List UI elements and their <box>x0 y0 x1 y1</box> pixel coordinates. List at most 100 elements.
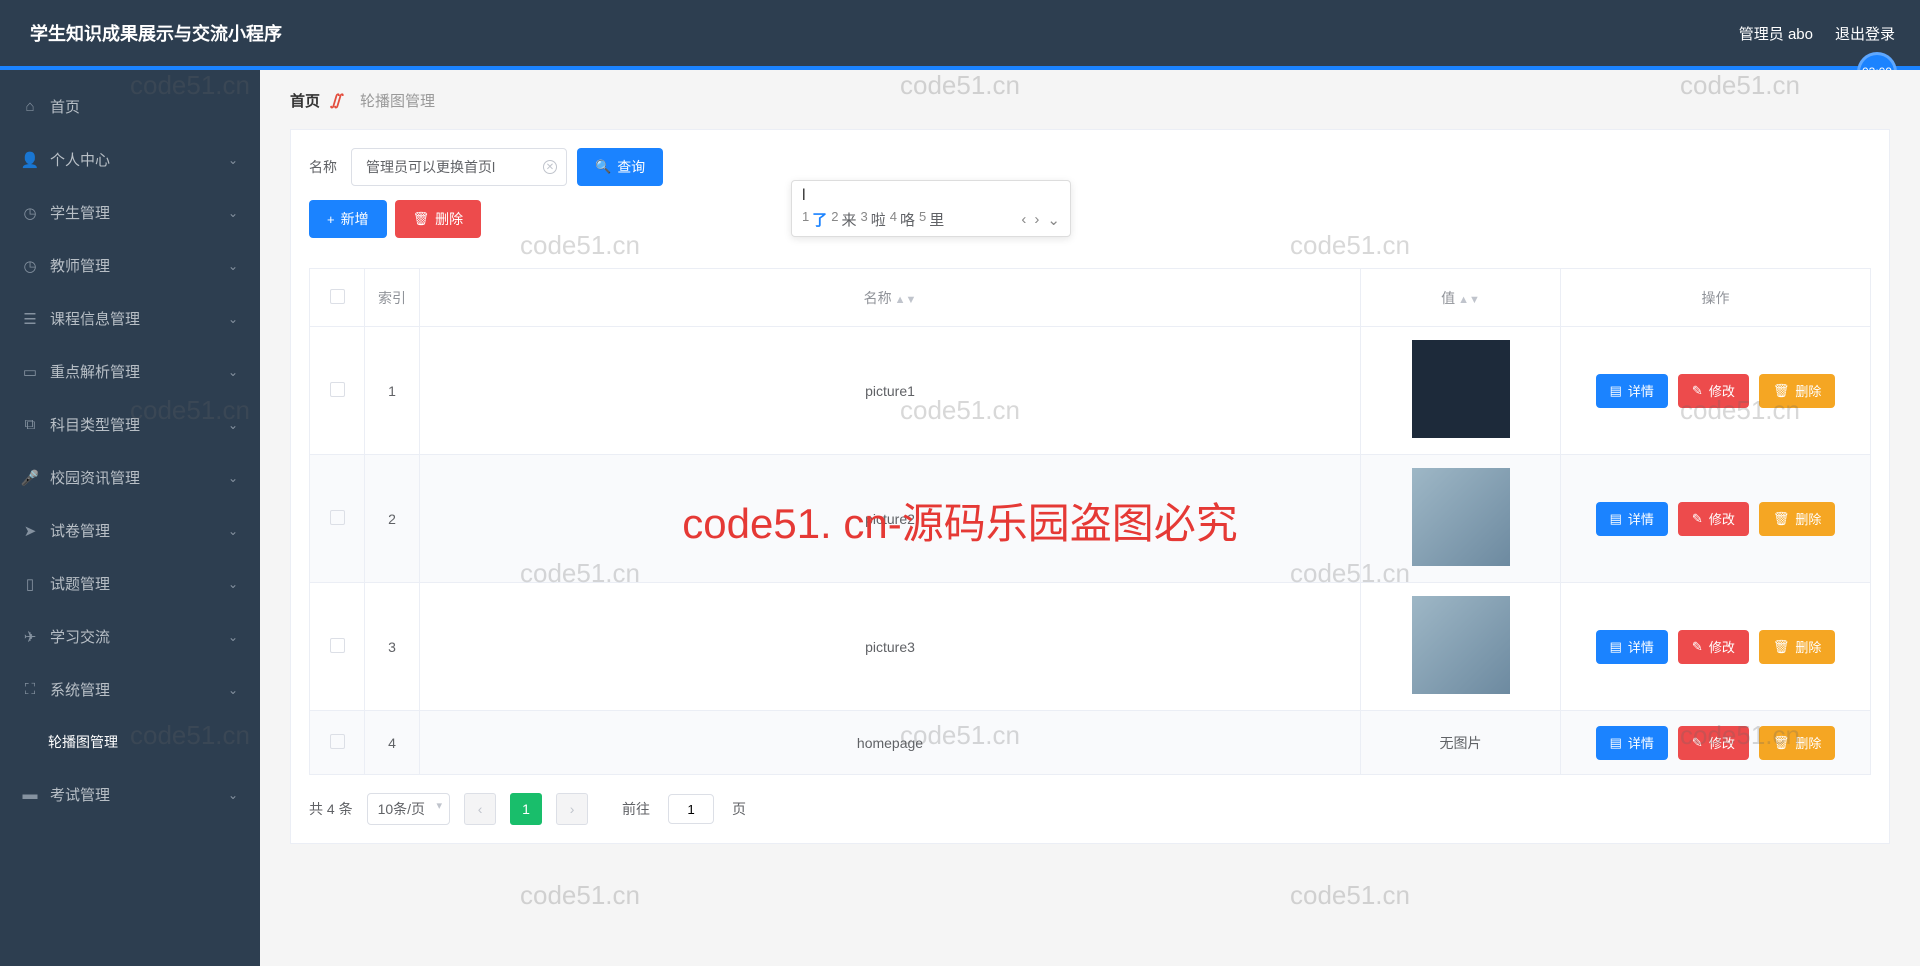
chevron-down-icon: ⌄ <box>228 577 238 591</box>
edit-icon: ✎ <box>1692 383 1703 399</box>
ime-popup: l 1了 2来 3啦 4咯 5里 ‹ › ⌄ <box>791 180 1071 237</box>
cell-name: picture1 <box>420 327 1361 455</box>
list-icon: ☰ <box>22 311 38 327</box>
detail-button[interactable]: ▤详情 <box>1596 726 1668 760</box>
sort-icon[interactable]: ▲▼ <box>1458 297 1480 304</box>
main-content: 首页 ∬ 轮播图管理 名称 ✕ 🔍 查询 <box>260 70 1920 966</box>
sidebar-item-home[interactable]: ⌂首页 <box>0 80 260 133</box>
chevron-down-icon: ⌄ <box>228 312 238 326</box>
edit-icon: ✎ <box>1692 511 1703 527</box>
ime-candidate-4[interactable]: 4咯 <box>890 209 915 230</box>
ime-dropdown-icon[interactable]: ⌄ <box>1047 211 1060 229</box>
row-delete-button[interactable]: 🗑删除 <box>1759 374 1836 408</box>
trash-icon: 🗑 <box>1773 639 1790 655</box>
edit-button[interactable]: ✎修改 <box>1678 726 1749 760</box>
send-icon: ➤ <box>22 523 38 539</box>
table-header-row: 索引 名称▲▼ 值▲▼ 操作 <box>310 269 1871 327</box>
page-size-select[interactable]: 10条/页 <box>367 793 450 825</box>
data-table: 索引 名称▲▼ 值▲▼ 操作 1 picture1 <box>309 268 1871 775</box>
edit-button[interactable]: ✎修改 <box>1678 630 1749 664</box>
chevron-down-icon: ⌄ <box>228 683 238 697</box>
row-delete-button[interactable]: 🗑删除 <box>1759 726 1836 760</box>
col-ops: 操作 <box>1561 269 1871 327</box>
clear-icon[interactable]: ✕ <box>543 160 557 174</box>
sidebar-item-paper[interactable]: ➤试卷管理 ⌄ <box>0 504 260 557</box>
cell-index: 4 <box>365 711 420 775</box>
edit-button[interactable]: ✎修改 <box>1678 374 1749 408</box>
ime-candidate-2[interactable]: 2来 <box>831 209 856 230</box>
sidebar-item-question[interactable]: ▯试题管理 ⌄ <box>0 557 260 610</box>
prev-page-button[interactable]: ‹ <box>464 793 496 825</box>
mic-icon: 🎤 <box>22 470 38 486</box>
ime-prev-icon[interactable]: ‹ <box>1021 211 1026 229</box>
sidebar-item-exam[interactable]: ▬考试管理 ⌄ <box>0 768 260 821</box>
gauge-icon: ◷ <box>22 205 38 221</box>
edit-icon: ✎ <box>1692 639 1703 655</box>
chevron-down-icon: ⌄ <box>228 471 238 485</box>
sidebar-item-keypoint[interactable]: ▭重点解析管理 ⌄ <box>0 345 260 398</box>
goto-label: 前往 <box>622 799 650 819</box>
trash-icon: 🗑 <box>1773 511 1790 527</box>
breadcrumb-home[interactable]: 首页 <box>290 90 320 111</box>
edit-button[interactable]: ✎修改 <box>1678 502 1749 536</box>
sort-icon[interactable]: ▲▼ <box>895 297 917 304</box>
cell-index: 1 <box>365 327 420 455</box>
delete-button[interactable]: 🗑 删除 <box>395 200 482 238</box>
next-page-button[interactable]: › <box>556 793 588 825</box>
table-row: 1 picture1 ▤详情 ✎修改 🗑删除 <box>310 327 1871 455</box>
detail-button[interactable]: ▤详情 <box>1596 502 1668 536</box>
ime-candidate-1[interactable]: 1了 <box>802 209 827 230</box>
top-header: 学生知识成果展示与交流小程序 管理员 abo 退出登录 <box>0 0 1920 70</box>
content-card: 名称 ✕ 🔍 查询 + 新增 🗑 <box>290 129 1890 844</box>
select-all-checkbox[interactable] <box>330 289 345 304</box>
chevron-down-icon: ⌄ <box>228 418 238 432</box>
sidebar-item-student[interactable]: ◷学生管理 ⌄ <box>0 186 260 239</box>
trash-icon: 🗑 <box>1773 735 1790 751</box>
sidebar-item-teacher[interactable]: ◷教师管理 ⌄ <box>0 239 260 292</box>
row-checkbox[interactable] <box>330 734 345 749</box>
ime-input: l <box>802 187 1060 205</box>
sidebar-item-campus-news[interactable]: 🎤校园资讯管理 ⌄ <box>0 451 260 504</box>
detail-icon: ▤ <box>1610 511 1622 527</box>
row-checkbox[interactable] <box>330 510 345 525</box>
breadcrumb-current: 轮播图管理 <box>360 90 435 111</box>
row-checkbox[interactable] <box>330 382 345 397</box>
app-title: 学生知识成果展示与交流小程序 <box>30 20 282 46</box>
cell-index: 2 <box>365 455 420 583</box>
search-button[interactable]: 🔍 查询 <box>577 148 663 186</box>
col-name: 名称▲▼ <box>420 269 1361 327</box>
chevron-down-icon: ⌄ <box>228 365 238 379</box>
cell-value <box>1361 327 1561 455</box>
total-label: 共 4 条 <box>309 799 353 819</box>
row-delete-button[interactable]: 🗑删除 <box>1759 630 1836 664</box>
row-delete-button[interactable]: 🗑删除 <box>1759 502 1836 536</box>
add-button[interactable]: + 新增 <box>309 200 387 238</box>
ime-next-icon[interactable]: › <box>1034 211 1039 229</box>
goto-input[interactable] <box>668 794 714 824</box>
sidebar-item-personal[interactable]: 👤个人中心 ⌄ <box>0 133 260 186</box>
ime-candidate-3[interactable]: 3啦 <box>861 209 886 230</box>
sidebar-item-system[interactable]: ⛶系统管理 ⌄ <box>0 663 260 716</box>
table-row: 4 homepage 无图片 ▤详情 ✎修改 🗑删除 <box>310 711 1871 775</box>
trash-icon: 🗑 <box>1773 383 1790 399</box>
plus-icon: + <box>327 212 335 227</box>
logout-link[interactable]: 退出登录 <box>1835 23 1895 44</box>
sidebar-item-course[interactable]: ☰课程信息管理 ⌄ <box>0 292 260 345</box>
sidebar-sub-carousel[interactable]: 轮播图管理 <box>0 716 260 768</box>
breadcrumb-icon: ∬ <box>330 91 350 111</box>
sidebar-item-study-exchange[interactable]: ✈学习交流 ⌄ <box>0 610 260 663</box>
breadcrumb: 首页 ∬ 轮播图管理 <box>290 90 1890 111</box>
filter-label: 名称 <box>309 157 337 177</box>
page-number-button[interactable]: 1 <box>510 793 542 825</box>
row-checkbox[interactable] <box>330 638 345 653</box>
col-value: 值▲▼ <box>1361 269 1561 327</box>
sidebar-item-subject[interactable]: ⧉科目类型管理 ⌄ <box>0 398 260 451</box>
detail-button[interactable]: ▤详情 <box>1596 374 1668 408</box>
expand-icon: ⛶ <box>22 682 38 698</box>
cell-value: 无图片 <box>1361 711 1561 775</box>
admin-label[interactable]: 管理员 abo <box>1739 23 1813 44</box>
cell-index: 3 <box>365 583 420 711</box>
name-input[interactable] <box>351 148 567 186</box>
ime-candidate-5[interactable]: 5里 <box>919 209 944 230</box>
detail-button[interactable]: ▤详情 <box>1596 630 1668 664</box>
